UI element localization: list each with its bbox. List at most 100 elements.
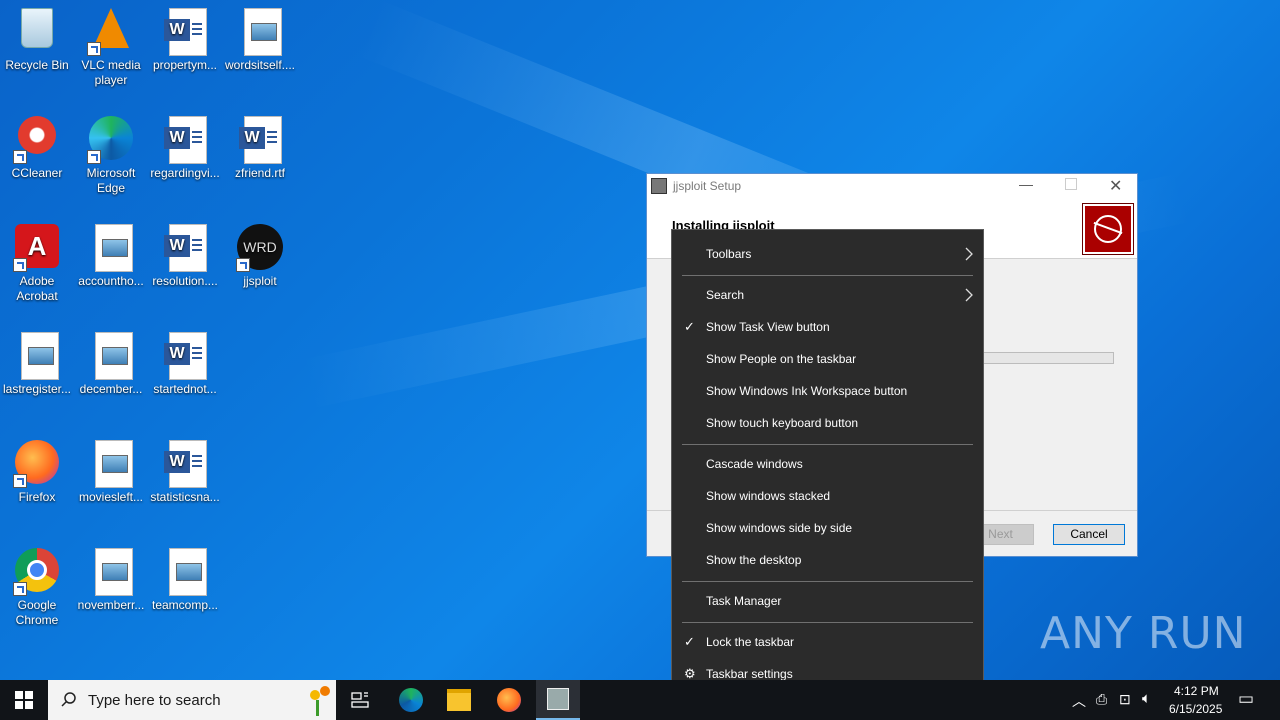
desktop-icon[interactable]: VLC media player xyxy=(74,4,148,88)
menu-item-toolbars[interactable]: Toolbars xyxy=(672,238,983,270)
desktop-icon[interactable]: Wpropertym... xyxy=(148,4,222,73)
desktop-icon[interactable]: CCleaner xyxy=(0,112,74,181)
network-icon[interactable]: ⊡ xyxy=(1119,691,1131,708)
desktop-icon[interactable]: A Adobe Acrobat xyxy=(0,220,74,304)
desktop-icon[interactable]: novemberr... xyxy=(74,544,148,613)
checkmark-icon: ✓ xyxy=(684,634,695,649)
desktop-icon[interactable]: accountho... xyxy=(74,220,148,289)
image-file-icon xyxy=(161,548,209,596)
desktop-icon[interactable]: moviesleft... xyxy=(74,436,148,505)
menu-item-label: Search xyxy=(706,288,745,302)
desktop-icon[interactable]: wordsitself.... xyxy=(223,4,297,73)
shortcut-arrow-icon xyxy=(87,150,101,164)
image-file-icon xyxy=(87,548,135,596)
desktop-icon-label: regardingvi... xyxy=(150,166,220,180)
installer-title: jjsploit Setup xyxy=(673,179,742,193)
menu-item-show-task-view-button[interactable]: ✓ Show Task View button xyxy=(672,311,983,343)
menu-item-show-windows-side-by-side[interactable]: Show windows side by side xyxy=(672,512,983,544)
desktop-icon-label: Firefox xyxy=(18,490,56,504)
menu-item-cascade-windows[interactable]: Cascade windows xyxy=(672,448,983,480)
desktop-icon[interactable]: Firefox xyxy=(0,436,74,505)
close-button[interactable]: ✕ xyxy=(1109,176,1122,196)
shortcut-arrow-icon xyxy=(236,258,250,272)
clock-time[interactable]: 4:12 PM xyxy=(1174,684,1219,698)
menu-separator xyxy=(682,581,973,582)
desktop-icon[interactable]: Wstartednot... xyxy=(148,328,222,397)
search-placeholder: Type here to search xyxy=(88,692,221,709)
image-file-icon xyxy=(87,224,135,272)
menu-item-show-windows-ink-workspace-button[interactable]: Show Windows Ink Workspace button xyxy=(672,375,983,407)
word-document-icon: W xyxy=(161,116,209,164)
acrobat-icon: A xyxy=(13,224,61,272)
desktop-icon-label: teamcomp... xyxy=(151,598,219,612)
chrome-icon xyxy=(13,548,61,596)
taskbar-search-box[interactable]: Type here to search xyxy=(48,680,336,720)
menu-item-lock-the-taskbar[interactable]: ✓ Lock the taskbar xyxy=(672,626,983,658)
desktop-icon-label: Recycle Bin xyxy=(5,58,69,72)
word-document-icon: W xyxy=(161,332,209,380)
clock-date[interactable]: 6/15/2025 xyxy=(1169,702,1222,716)
jjsploit-setup-taskbar-button[interactable] xyxy=(536,680,580,720)
image-file-icon xyxy=(236,8,284,56)
maximize-button[interactable] xyxy=(1065,178,1077,190)
menu-item-show-windows-stacked[interactable]: Show windows stacked xyxy=(672,480,983,512)
desktop-icon[interactable]: Wregardingvi... xyxy=(148,112,222,181)
shortcut-arrow-icon xyxy=(13,582,27,596)
installer-app-icon xyxy=(651,178,667,194)
firefox-taskbar-button[interactable] xyxy=(488,680,530,720)
desktop-icon-label: novemberr... xyxy=(77,598,145,612)
desktop-icon[interactable]: lastregister... xyxy=(0,328,74,397)
edge-taskbar-button[interactable] xyxy=(390,680,432,720)
menu-separator xyxy=(682,622,973,623)
menu-item-show-touch-keyboard-button[interactable]: Show touch keyboard button xyxy=(672,407,983,439)
desktop-icon[interactable]: Wzfriend.rtf xyxy=(223,112,297,181)
desktop-icon-label: Google Chrome xyxy=(15,598,59,627)
desktop-icon[interactable]: Google Chrome xyxy=(0,544,74,628)
recycle-bin-icon xyxy=(13,8,61,56)
cancel-button[interactable]: Cancel xyxy=(1053,524,1125,545)
menu-item-search[interactable]: Search xyxy=(672,279,983,311)
meet-now-icon[interactable]: ⎙ xyxy=(1096,691,1107,708)
search-highlight-flowers-icon xyxy=(306,684,336,718)
shortcut-arrow-icon xyxy=(13,474,27,488)
desktop-icon[interactable]: WRD jjsploit xyxy=(223,220,297,289)
minimize-button[interactable]: — xyxy=(1019,176,1033,192)
edge-icon xyxy=(399,688,423,712)
vlc-icon xyxy=(87,8,135,56)
shortcut-arrow-icon xyxy=(87,42,101,56)
desktop-icon-label: moviesleft... xyxy=(78,490,144,504)
menu-item-show-people-on-the-taskbar[interactable]: Show People on the taskbar xyxy=(672,343,983,375)
menu-item-label: Cascade windows xyxy=(706,457,803,471)
firefox-icon xyxy=(497,688,521,712)
desktop-icon[interactable]: december... xyxy=(74,328,148,397)
taskbar-context-menu: Toolbars Search ✓ Show Task View button Show… xyxy=(671,229,984,699)
shortcut-arrow-icon xyxy=(13,258,27,272)
start-button[interactable] xyxy=(0,680,48,720)
file-explorer-taskbar-button[interactable] xyxy=(438,680,480,720)
menu-item-task-manager[interactable]: Task Manager xyxy=(672,585,983,617)
anyrun-watermark: ANY RUN xyxy=(1040,608,1247,659)
desktop-icon-label: Microsoft Edge xyxy=(86,166,136,195)
task-view-button[interactable] xyxy=(340,680,380,720)
desktop-icon-label: Adobe Acrobat xyxy=(16,274,58,303)
menu-item-show-the-desktop[interactable]: Show the desktop xyxy=(672,544,983,576)
menu-item-label: Show the desktop xyxy=(706,553,802,567)
desktop-icon-label: accountho... xyxy=(78,274,144,288)
taskbar[interactable]: Type here to search ︿ ⎙ ⊡ 🔈︎ 4:12 PM 6/1… xyxy=(0,680,1280,720)
show-hidden-icons-chevron-icon[interactable]: ︿ xyxy=(1072,691,1086,711)
desktop-icon-label: statisticsna... xyxy=(150,490,220,504)
image-file-icon xyxy=(13,332,61,380)
desktop-icon[interactable]: Wstatisticsna... xyxy=(148,436,222,505)
checkmark-icon: ✓ xyxy=(684,319,695,334)
desktop-icon[interactable]: Recycle Bin xyxy=(0,4,74,73)
desktop-icon[interactable]: Microsoft Edge xyxy=(74,112,148,196)
jjsploit-icon: WRD xyxy=(236,224,284,272)
notifications-icon[interactable]: ▭ xyxy=(1238,689,1254,709)
installer-titlebar[interactable]: jjsploit Setup — ✕ xyxy=(647,174,1137,198)
menu-item-label: Show touch keyboard button xyxy=(706,416,859,430)
menu-item-label: Show Windows Ink Workspace button xyxy=(706,384,908,398)
volume-icon[interactable]: 🔈︎ xyxy=(1142,690,1151,707)
desktop-icon[interactable]: Wresolution.... xyxy=(148,220,222,289)
ccleaner-icon xyxy=(13,116,61,164)
desktop-icon[interactable]: teamcomp... xyxy=(148,544,222,613)
